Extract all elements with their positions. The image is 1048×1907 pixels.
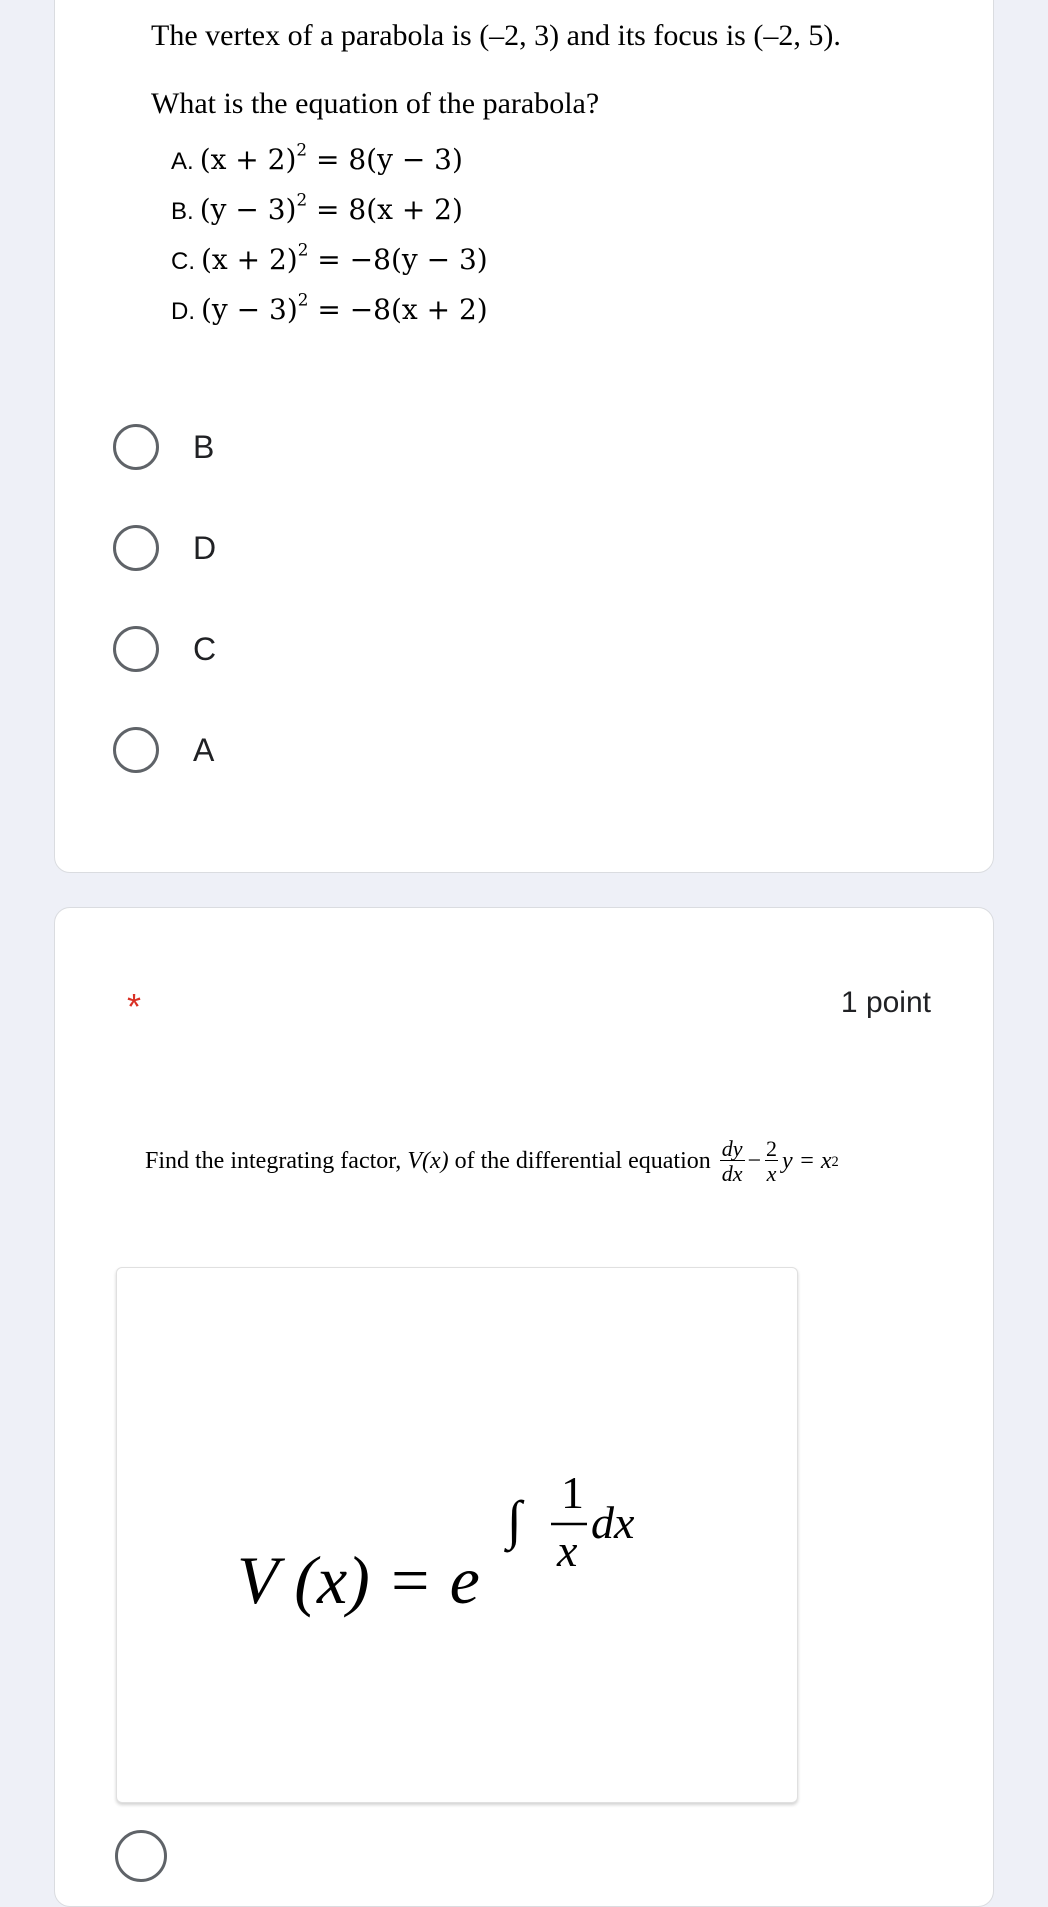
formula-denominator: x — [556, 1525, 578, 1576]
choice-a[interactable]: A — [113, 720, 713, 780]
question-text-line1: The vertex of a parabola is (–2, 3) and … — [151, 19, 841, 52]
fraction-2-x: 2x — [764, 1136, 779, 1186]
integrating-factor-formula: V (x) = e ∫ 1 x dx — [237, 1467, 635, 1618]
choice-b[interactable]: B — [113, 417, 713, 477]
points-label: 1 point — [840, 986, 931, 1019]
radio-button-partial[interactable] — [115, 1830, 167, 1882]
statement-option-a: A. (x + 2)2 = 8(y − 3) — [171, 139, 463, 176]
statement-option-d: D. (y − 3)2 = −8(x + 2) — [171, 289, 488, 326]
required-marker: * — [127, 986, 142, 1027]
question-text-line2: What is the equation of the parabola? — [151, 87, 600, 120]
formula-dx: dx — [591, 1497, 635, 1548]
choice-d[interactable]: D — [113, 518, 713, 578]
radio-button[interactable] — [113, 424, 159, 470]
choice-c[interactable]: C — [113, 619, 713, 679]
radio-button[interactable] — [113, 727, 159, 773]
formula-integral-sign: ∫ — [504, 1490, 525, 1553]
question-card-1: The vertex of a parabola is (–2, 3) and … — [54, 0, 994, 873]
radio-button[interactable] — [113, 525, 159, 571]
fraction-dy-dx: dy dx — [719, 1136, 745, 1186]
formula-lhs: V (x) = e — [237, 1542, 480, 1618]
question-image: V (x) = e ∫ 1 x dx — [116, 1267, 798, 1803]
statement-option-b: B. (y − 3)2 = 8(x + 2) — [171, 189, 463, 226]
statement-option-c: C. (x + 2)2 = −8(y − 3) — [171, 239, 488, 276]
choice-label: A — [193, 731, 215, 768]
question-text: Find the integrating factor, V(x) of the… — [145, 1136, 839, 1186]
question-card-2: * 1 point Find the integrating factor, V… — [54, 907, 994, 1907]
radio-button[interactable] — [113, 626, 159, 672]
choice-label: C — [193, 630, 217, 667]
formula-numerator: 1 — [561, 1467, 584, 1518]
choice-label: D — [193, 529, 217, 566]
choice-label: B — [193, 428, 215, 465]
